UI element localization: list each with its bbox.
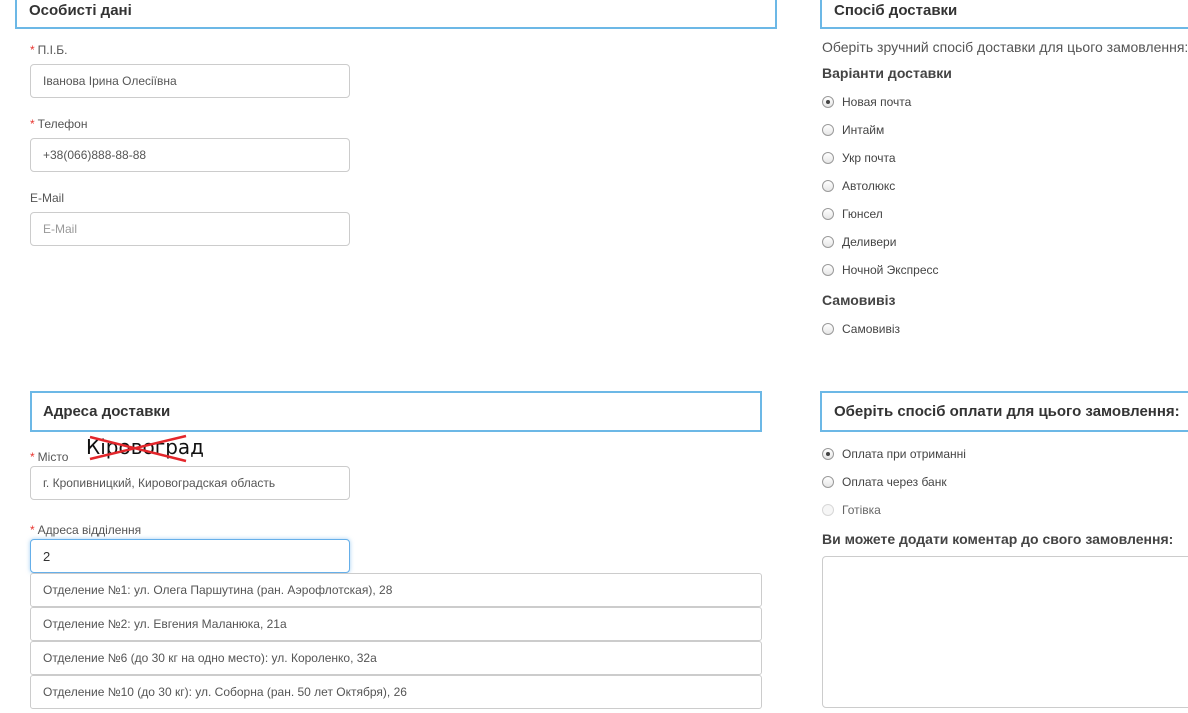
pickup-heading: Самовивіз	[822, 292, 896, 308]
delivery-option-delivery[interactable]: Деливери	[822, 234, 896, 250]
radio-icon[interactable]	[822, 152, 834, 164]
branch-address-input[interactable]	[30, 539, 350, 573]
delivery-option-night-express[interactable]: Ночной Экспресс	[822, 262, 939, 278]
radio-icon[interactable]	[822, 180, 834, 192]
radio-checked-icon[interactable]	[822, 96, 834, 108]
branch-suggestion-item[interactable]: Отделение №1: ул. Олега Паршутина (ран. …	[30, 573, 762, 607]
delivery-option-gunsel[interactable]: Гюнсел	[822, 206, 883, 222]
delivery-option-nova-poshta[interactable]: Новая почта	[822, 94, 911, 110]
personal-data-title: Особисті дані	[29, 2, 132, 19]
email-input[interactable]	[30, 212, 350, 246]
delivery-option-ukrposhta[interactable]: Укр почта	[822, 150, 896, 166]
personal-data-header: Особисті дані	[15, 0, 777, 29]
pickup-option[interactable]: Самовивіз	[822, 321, 900, 337]
phone-label: * Телефон	[30, 117, 88, 131]
branch-suggestion-item[interactable]: Отделение №10 (до 30 кг): ул. Соборна (р…	[30, 675, 762, 709]
delivery-address-header: Адреса доставки	[30, 391, 762, 432]
delivery-address-title: Адреса доставки	[43, 403, 171, 420]
payment-option-on-receipt[interactable]: Оплата при отриманні	[822, 446, 966, 462]
strike-mark	[89, 434, 187, 463]
fio-input[interactable]	[30, 64, 350, 98]
delivery-variants-heading: Варіанти доставки	[822, 65, 952, 81]
radio-icon[interactable]	[822, 236, 834, 248]
payment-option-bank[interactable]: Оплата через банк	[822, 474, 947, 490]
branch-suggestion-item[interactable]: Отделение №2: ул. Евгения Маланюка, 21а	[30, 607, 762, 641]
radio-icon[interactable]	[822, 264, 834, 276]
radio-icon[interactable]	[822, 323, 834, 335]
branch-label: * Адреса відділення	[30, 523, 142, 537]
radio-disabled-icon	[822, 504, 834, 516]
city-label: * Місто	[30, 450, 69, 464]
radio-icon[interactable]	[822, 124, 834, 136]
phone-input[interactable]	[30, 138, 350, 172]
delivery-method-header: Спосіб доставки	[820, 0, 1188, 29]
fio-label: * П.І.Б.	[30, 43, 68, 57]
city-annotation: Кіровоград	[86, 433, 204, 463]
payment-method-header: Оберіть спосіб оплати для цього замовлен…	[820, 391, 1188, 432]
order-comment-textarea[interactable]	[822, 556, 1188, 708]
payment-method-title: Оберіть спосіб оплати для цього замовлен…	[834, 403, 1180, 420]
delivery-method-title: Спосіб доставки	[834, 2, 958, 19]
radio-icon[interactable]	[822, 476, 834, 488]
delivery-intro: Оберіть зручний спосіб доставки для цьог…	[822, 39, 1188, 55]
radio-checked-icon[interactable]	[822, 448, 834, 460]
email-label: E-Mail	[30, 191, 65, 205]
radio-icon[interactable]	[822, 208, 834, 220]
branch-suggestion-item[interactable]: Отделение №6 (до 30 кг на одно место): у…	[30, 641, 762, 675]
comment-heading: Ви можете додати коментар до свого замов…	[822, 531, 1174, 547]
delivery-option-intime[interactable]: Интайм	[822, 122, 884, 138]
payment-option-cash: Готівка	[822, 502, 881, 518]
delivery-option-autolux[interactable]: Автолюкс	[822, 178, 895, 194]
city-input[interactable]	[30, 466, 350, 500]
